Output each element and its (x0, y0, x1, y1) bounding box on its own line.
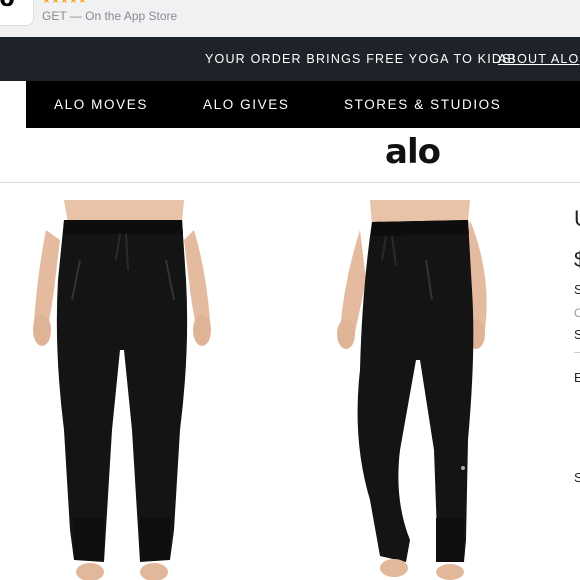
product-image-front[interactable] (24, 200, 220, 580)
header-divider (0, 182, 580, 183)
product-detail-4: E (574, 370, 580, 385)
product-detail-2: C (574, 306, 580, 320)
promo-text: YOUR ORDER BRINGS FREE YOGA TO KIDS! (205, 52, 517, 66)
product-price: $ (574, 247, 580, 273)
app-store-subtitle: GET — On the App Store (42, 9, 178, 23)
product-detail-1: S (574, 282, 580, 297)
product-info-divider (574, 352, 580, 353)
product-title: U (574, 206, 580, 232)
alo-logo[interactable]: alo (385, 132, 441, 172)
promo-bar: YOUR ORDER BRINGS FREE YOGA TO KIDS! ABO… (0, 37, 580, 81)
about-alo-link[interactable]: ABOUT ALO (498, 52, 579, 66)
main-nav: ALO MOVES ALO GIVES STORES & STUDIOS (26, 81, 580, 128)
nav-item-alo-gives[interactable]: ALO GIVES (203, 97, 289, 112)
app-icon[interactable]: lo (0, 0, 34, 26)
product-detail-5: S (574, 470, 580, 485)
nav-item-alo-moves[interactable]: ALO MOVES (54, 97, 148, 112)
app-store-banner[interactable]: lo ★★★★★ GET — On the App Store (0, 0, 580, 37)
rating-stars: ★★★★★ (42, 0, 87, 6)
product-image-side[interactable] (300, 200, 500, 580)
app-icon-text: lo (0, 0, 15, 12)
product-detail-3: S (574, 327, 580, 342)
nav-left-gap (0, 81, 26, 128)
nav-item-stores-studios[interactable]: STORES & STUDIOS (344, 97, 501, 112)
